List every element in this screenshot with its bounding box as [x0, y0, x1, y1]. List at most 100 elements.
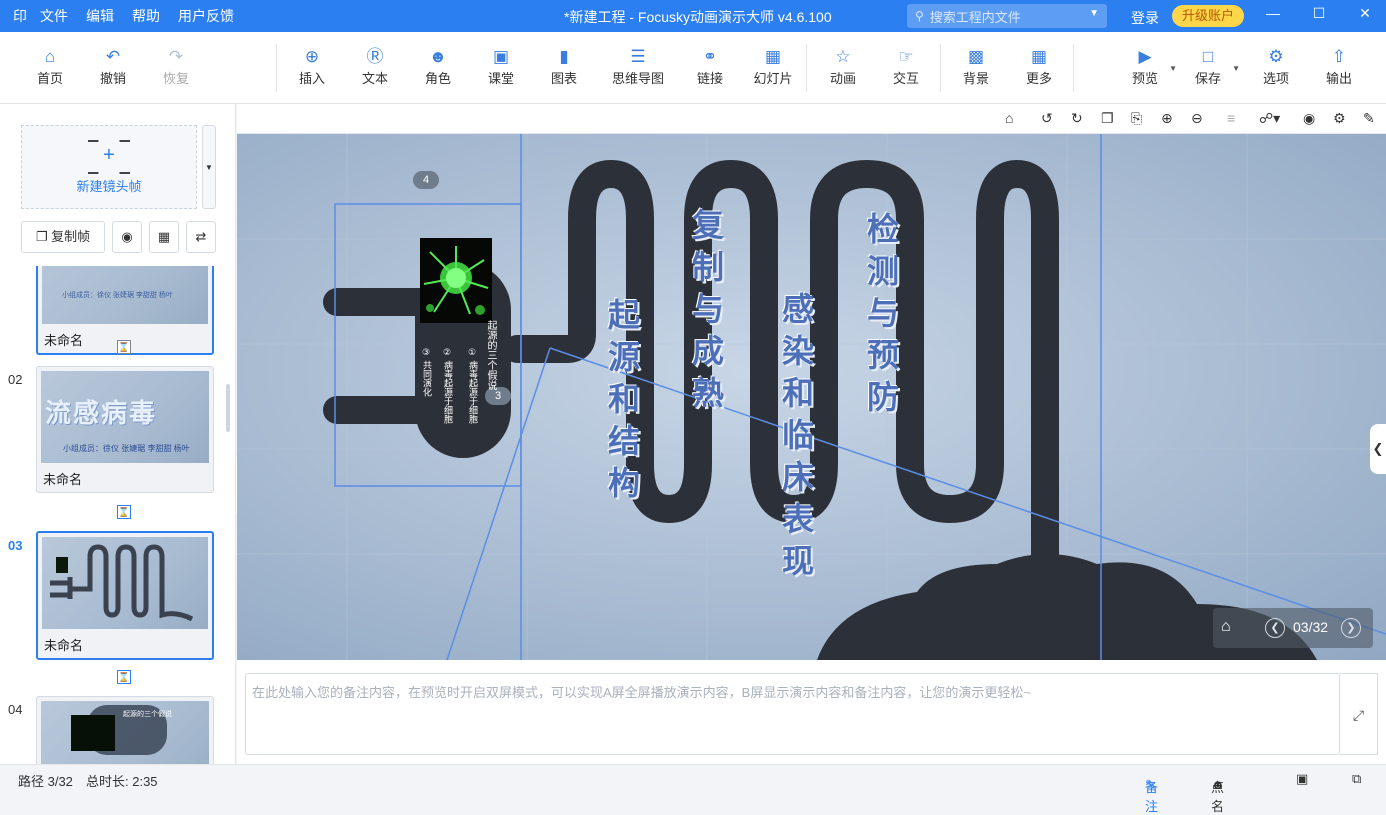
slide-button[interactable]: ▦ 幻灯片 [745, 46, 801, 87]
hand-pointer-icon: ☞ [898, 47, 914, 66]
animation-button[interactable]: ☆ 动画 [815, 46, 871, 87]
swap-frame-button[interactable]: ⇄ [186, 221, 216, 253]
text-button[interactable]: Ⓡ 文本 [347, 46, 403, 87]
link-icon: ⚭ [702, 47, 718, 66]
home-view-icon[interactable]: ⌂ [1005, 110, 1013, 126]
prev-frame-button[interactable]: ❮ [1265, 618, 1285, 638]
login-button[interactable]: 登录 [1131, 8, 1159, 28]
copy-frame-button[interactable]: ❐ 复制帧 [21, 221, 105, 253]
chevron-down-icon[interactable]: ▼ [1089, 8, 1099, 19]
plus-icon: + [88, 140, 130, 170]
paste-icon[interactable]: ⎘ [1131, 110, 1142, 127]
menu-feedback[interactable]: 用户反馈 [178, 6, 234, 26]
topic-detection-prevention[interactable]: 检测与预防 [858, 212, 904, 422]
app-logo-icon: 印 [13, 8, 27, 24]
new-frame-dropdown[interactable]: ▼ [202, 125, 216, 209]
total-duration: 总时长: 2:35 [86, 774, 158, 789]
classroom-button[interactable]: ▣ 课堂 [473, 46, 529, 87]
fit-frame-button[interactable]: ▦ [149, 221, 179, 253]
topic-replication[interactable]: 复制与成熟 [683, 208, 729, 418]
menu-edit[interactable]: 编辑 [86, 6, 114, 26]
redo-icon: ↷ [168, 47, 184, 66]
plus-circle-icon: ⊕ [304, 47, 320, 66]
camera-icon: ◉ [121, 229, 133, 244]
lock-icon[interactable]: ☍▾ [1259, 110, 1280, 127]
thumbnail-number: 02 [8, 372, 23, 387]
topic-infection-symptoms[interactable]: 感染和临床表现 [773, 292, 819, 586]
popout-icon[interactable]: ⧉ [1352, 771, 1361, 787]
new-frame-button[interactable]: + 新建镜头帧 [21, 125, 197, 209]
more-button[interactable]: ▦ 更多 [1011, 46, 1067, 87]
save-button[interactable]: □ 保存 ▼ [1180, 46, 1240, 87]
toolbar-divider [1073, 44, 1074, 92]
editor-canvas[interactable]: 4 3 起源的三个假说 ① 病毒起源于细胞 ② 病毒起源于细胞 ③ 共同演化 起… [237, 134, 1386, 660]
topic-origin-structure[interactable]: 起源和结构 [599, 298, 645, 508]
home-button[interactable]: ⌂ 首页 [22, 46, 78, 87]
chevron-down-icon[interactable]: ▼ [1169, 64, 1177, 73]
maximize-icon[interactable]: ☐ [1304, 5, 1334, 22]
zoom-out-icon[interactable]: ⊖ [1191, 110, 1203, 127]
swap-icon: ⇄ [195, 229, 207, 244]
camera-button[interactable]: ◉ [112, 221, 142, 253]
transition-icon[interactable]: ⌛ [117, 505, 131, 519]
rotate-left-icon[interactable]: ↺ [1041, 110, 1053, 127]
toolbar-divider [940, 44, 941, 92]
thumbnail-path-shape [50, 544, 194, 622]
upgrade-button[interactable]: 升级账户 [1172, 5, 1244, 27]
screen-icon[interactable]: ▣ [1296, 771, 1308, 787]
insert-button[interactable]: ⊕ 插入 [284, 46, 340, 87]
preview-button[interactable]: ▶ 预览 ▼ [1117, 46, 1177, 87]
thumbnail-frame-2[interactable]: 流感病毒 小组成员：徐仪 张婕琚 李甜甜 杨叶 未命名 [36, 366, 214, 493]
options-button[interactable]: ⚙ 选项 [1248, 46, 1304, 87]
edit-icon[interactable]: ✎ [1363, 110, 1375, 127]
mindmap-button[interactable]: ☰ 思维导图 [609, 46, 667, 87]
chart-button[interactable]: ▮ 图表 [536, 46, 592, 87]
export-button[interactable]: ⇧ 输出 [1311, 46, 1367, 87]
thumbnail-number: 04 [8, 702, 23, 717]
thumbnail-list: 小组成员：徐仪 张婕琚 李甜甜 杨叶 未命名 ⌛ 02 流感病毒 小组成员：徐仪… [0, 266, 236, 764]
close-icon[interactable]: ✕ [1350, 5, 1380, 22]
save-icon: □ [1202, 47, 1214, 66]
card-item-3: ③ 共同演化 [422, 348, 432, 397]
rotate-right-icon[interactable]: ↻ [1071, 110, 1083, 127]
play-icon: ▶ [1138, 47, 1152, 66]
thumbnail-frame-4[interactable]: 起源的三个假说 [36, 696, 214, 764]
search-input[interactable]: ⚲ 搜索工程内文件 ▼ [907, 4, 1107, 28]
virus-image [420, 238, 492, 323]
star-icon: ☆ [835, 47, 851, 66]
main-toolbar: ⌂ 首页 ↶ 撤销 ↷ 恢复 ⊕ 插入 Ⓡ 文本 ☻ 角色 ▣ 课堂 ▮ 图表 ☰ 思维导图 ⚭ 链… [0, 32, 1386, 104]
copy-icon: ❐ [35, 229, 48, 244]
thumbnail-scrollbar[interactable] [226, 384, 230, 432]
undo-button[interactable]: ↶ 撤销 [85, 46, 141, 87]
interaction-button[interactable]: ☞ 交互 [878, 46, 934, 87]
menu-help[interactable]: 帮助 [132, 6, 160, 26]
menu-file[interactable]: 文件 [40, 6, 68, 26]
screenshot-icon[interactable]: ◉ [1303, 110, 1315, 127]
copy-icon[interactable]: ❐ [1101, 110, 1114, 127]
link-button[interactable]: ⚭ 链接 [682, 46, 738, 87]
frame-counter: 03/32 [1293, 619, 1329, 635]
frame-number-badge[interactable]: 4 [413, 171, 440, 189]
home-icon[interactable]: ⌂ [1221, 618, 1231, 636]
role-button[interactable]: ☻ 角色 [410, 46, 466, 87]
classroom-icon: ▣ [492, 47, 510, 66]
transition-icon[interactable]: ⌛ [117, 340, 131, 354]
zoom-in-icon[interactable]: ⊕ [1161, 110, 1173, 127]
undo-icon: ↶ [105, 47, 121, 66]
expand-icon[interactable]: ⤢ [1340, 673, 1378, 755]
menu-bar: 文件 编辑 帮助 用户反馈 [40, 6, 234, 26]
person-icon: ☻ [429, 47, 447, 66]
background-button[interactable]: ▩ 背景 [948, 46, 1004, 87]
card-title: 起源的三个假说 [485, 320, 496, 390]
next-frame-button[interactable]: ❯ [1341, 618, 1361, 638]
redo-button[interactable]: ↷ 恢复 [148, 46, 204, 87]
thumbnail-frame-3[interactable]: 未命名 [36, 531, 214, 660]
settings-icon[interactable]: ⚙ [1333, 110, 1346, 127]
transition-icon[interactable]: ⌛ [117, 670, 131, 684]
expand-right-panel-button[interactable]: ❮ [1370, 424, 1386, 474]
align-icon[interactable]: ≡ [1227, 110, 1235, 126]
minimize-icon[interactable]: — [1258, 5, 1288, 21]
chevron-down-icon[interactable]: ▼ [1232, 64, 1240, 73]
notes-input[interactable]: 在此处输入您的备注内容，在预览时开启双屏模式，可以实现A屏全屏播放演示内容，B屏… [245, 673, 1340, 755]
thumbnail-image: 流感病毒 小组成员：徐仪 张婕琚 李甜甜 杨叶 [41, 371, 209, 463]
